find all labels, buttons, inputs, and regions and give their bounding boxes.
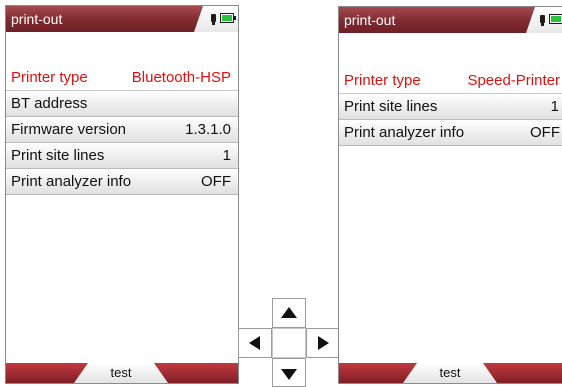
plug-icon: [540, 15, 545, 26]
menu-item-printer-type[interactable]: Printer type Speed-Printer: [339, 68, 562, 94]
arrow-left-icon: [249, 336, 260, 350]
menu-item-firmware-version[interactable]: Firmware version 1.3.1.0: [6, 117, 238, 143]
menu-list: Printer type Speed-Printer Print site li…: [339, 68, 562, 146]
menu-item-label: Print site lines: [11, 147, 105, 164]
menu-item-value: Speed-Printer: [467, 72, 560, 89]
menu-item-value: 1.3.1.0: [185, 121, 231, 138]
menu-item-label: Printer type: [11, 69, 88, 86]
menu-item-label: Printer type: [344, 72, 421, 89]
menu-item-label: Print analyzer info: [344, 124, 465, 141]
plug-icon: [211, 14, 216, 25]
menu-item-bt-address[interactable]: BT address: [6, 91, 238, 117]
softkey-test[interactable]: test: [403, 363, 497, 383]
battery-icon: [220, 13, 236, 23]
arrow-up-icon: [281, 307, 297, 318]
menu-item-printer-type[interactable]: Printer type Bluetooth-HSP: [6, 65, 238, 91]
dpad-center: [272, 328, 306, 358]
arrow-right-icon: [318, 336, 329, 350]
menu-item-label: Firmware version: [11, 121, 127, 138]
screen-title: print-out: [344, 12, 396, 28]
menu-item-label: Print site lines: [344, 98, 438, 115]
menu-item-value: 1: [550, 98, 559, 115]
menu-item-value: Bluetooth-HSP: [131, 69, 231, 86]
menu-list: Printer type Bluetooth-HSP BT address Fi…: [6, 65, 238, 195]
arrow-up-button[interactable]: [272, 298, 306, 328]
arrow-down-button[interactable]: [272, 358, 306, 387]
arrow-down-icon: [281, 369, 297, 380]
screen-title: print-out: [11, 11, 63, 27]
battery-icon: [549, 14, 562, 24]
title-bar: print-out: [6, 6, 238, 32]
right-device-screen: print-out Printer type Speed-Printer Pri…: [338, 6, 562, 384]
menu-item-value: OFF: [530, 124, 560, 141]
menu-item-print-analyzer-info[interactable]: Print analyzer info OFF: [339, 120, 562, 146]
menu-item-print-site-lines[interactable]: Print site lines 1: [6, 143, 238, 169]
menu-item-label: BT address: [11, 95, 88, 112]
status-tab: [526, 7, 562, 33]
softkey-bar: test: [339, 363, 562, 383]
left-device-screen: print-out Printer type Bluetooth-HSP BT …: [5, 5, 239, 384]
title-bar: print-out: [339, 7, 562, 33]
menu-item-print-site-lines[interactable]: Print site lines 1: [339, 94, 562, 120]
arrow-left-button[interactable]: [238, 328, 272, 358]
menu-item-label: Print analyzer info: [11, 173, 132, 190]
menu-item-value: 1: [222, 147, 231, 164]
softkey-bar: test: [6, 363, 238, 383]
status-tab: [194, 6, 238, 32]
menu-item-print-analyzer-info[interactable]: Print analyzer info OFF: [6, 169, 238, 195]
menu-item-value: OFF: [201, 173, 231, 190]
arrow-right-button[interactable]: [306, 328, 340, 358]
softkey-test[interactable]: test: [74, 363, 168, 383]
